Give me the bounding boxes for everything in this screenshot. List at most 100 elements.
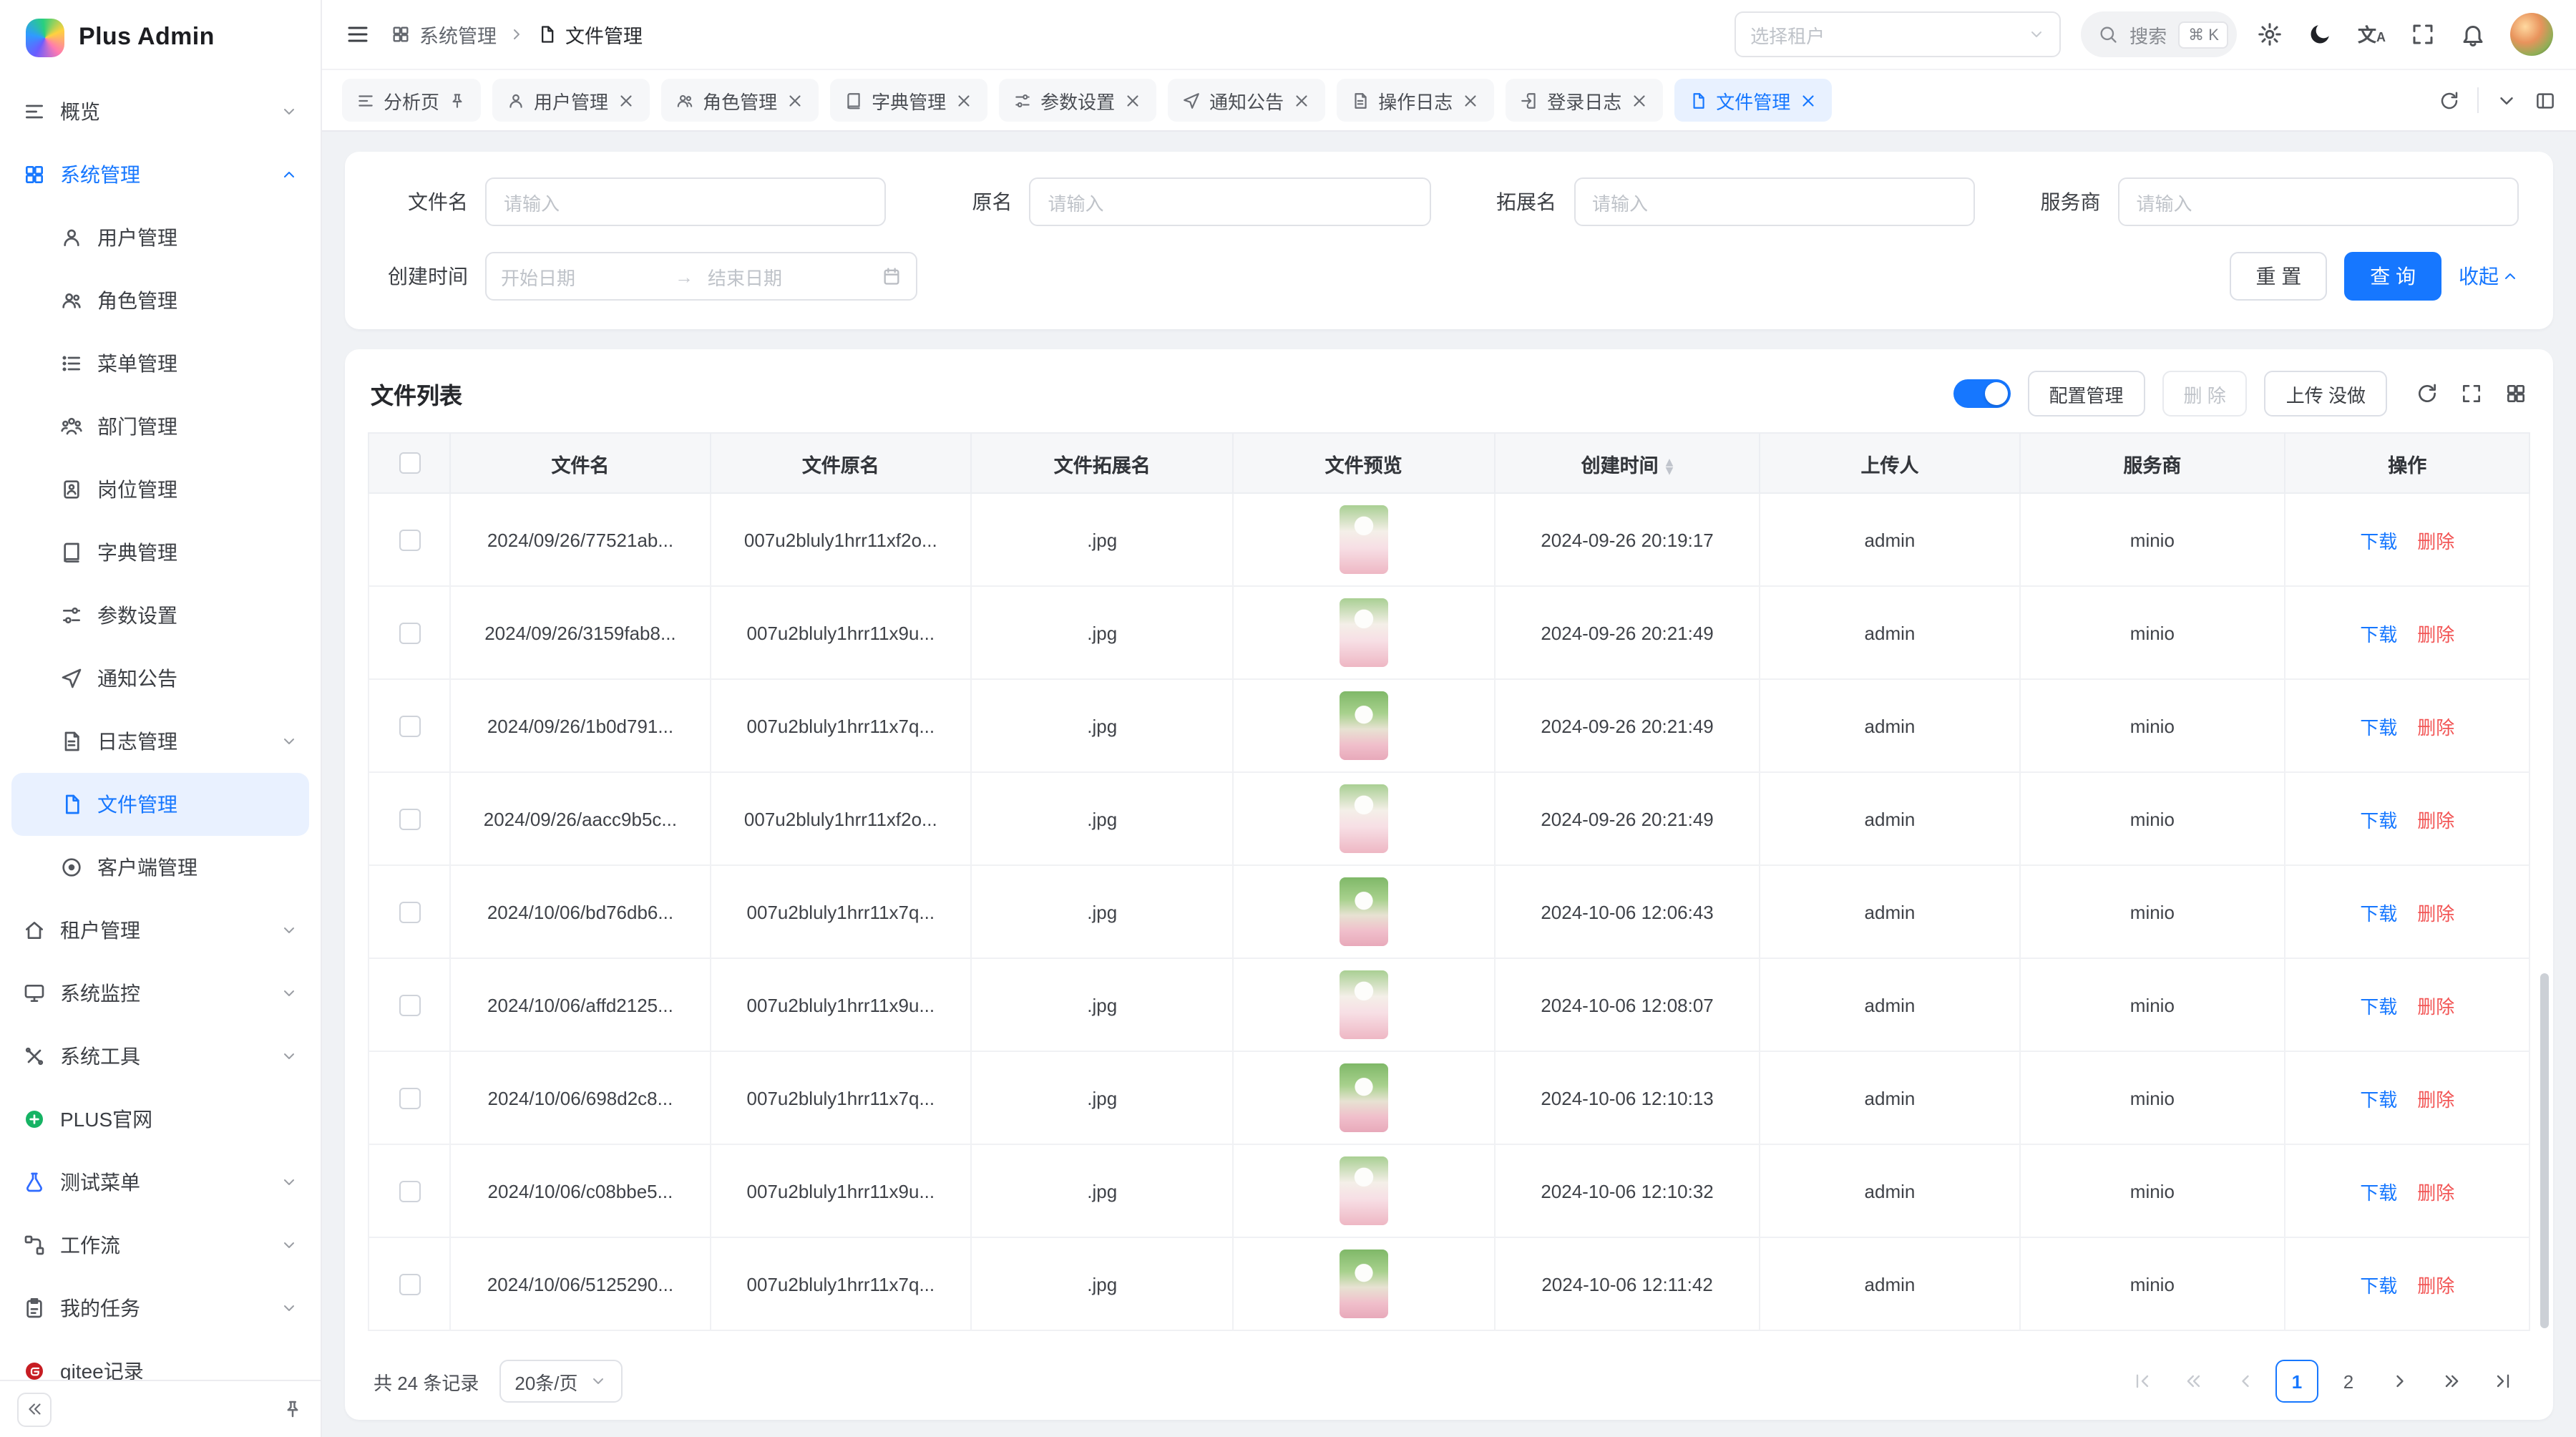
- download-link[interactable]: 下载: [2360, 530, 2397, 552]
- delete-link[interactable]: 删除: [2417, 623, 2454, 645]
- row-checkbox[interactable]: [399, 809, 420, 830]
- close-icon[interactable]: [1461, 91, 1480, 109]
- close-icon[interactable]: [1799, 91, 1818, 109]
- sidebar-item-system[interactable]: 系统管理: [0, 143, 321, 206]
- sidebar-item-test[interactable]: 测试菜单: [0, 1151, 321, 1214]
- page-next-button[interactable]: [2379, 1360, 2421, 1403]
- tab-loginlog[interactable]: 登录日志: [1506, 79, 1663, 122]
- global-search[interactable]: 搜索 ⌘ K: [2081, 11, 2238, 57]
- tab-analysis[interactable]: 分析页: [342, 79, 481, 122]
- row-checkbox[interactable]: [399, 1088, 420, 1109]
- column-header-preview[interactable]: 文件预览: [1233, 433, 1494, 493]
- close-icon[interactable]: [786, 91, 804, 109]
- file-preview-thumbnail[interactable]: [1340, 691, 1388, 760]
- tab-role[interactable]: 角色管理: [661, 79, 819, 122]
- column-header-name[interactable]: 文件名: [451, 433, 710, 493]
- download-link[interactable]: 下载: [2360, 902, 2397, 924]
- column-header-created[interactable]: 创建时间▲▼: [1494, 433, 1760, 493]
- filter-input-origin[interactable]: 请输入: [1030, 177, 1431, 226]
- delete-button[interactable]: 删 除: [2162, 371, 2248, 417]
- close-icon[interactable]: [1292, 91, 1311, 109]
- sidebar-item-user[interactable]: 用户管理: [0, 206, 321, 269]
- sidebar-item-overview[interactable]: 概览: [0, 80, 321, 143]
- file-preview-thumbnail[interactable]: [1340, 505, 1388, 574]
- page-fast-next-button[interactable]: [2430, 1360, 2473, 1403]
- row-checkbox[interactable]: [399, 995, 420, 1016]
- tab-user[interactable]: 用户管理: [492, 79, 650, 122]
- refresh-icon[interactable]: [2416, 382, 2439, 405]
- download-link[interactable]: 下载: [2360, 623, 2397, 645]
- layout-icon[interactable]: [2534, 89, 2556, 111]
- user-avatar[interactable]: [2510, 13, 2553, 56]
- search-button[interactable]: 查 询: [2344, 252, 2441, 301]
- delete-link[interactable]: 删除: [2417, 1182, 2454, 1203]
- row-checkbox[interactable]: [399, 623, 420, 644]
- column-header-actions[interactable]: 操作: [2285, 433, 2529, 493]
- sidebar-collapse-button[interactable]: [17, 1392, 52, 1426]
- delete-link[interactable]: 删除: [2417, 716, 2454, 738]
- collapse-filter-link[interactable]: 收起: [2459, 262, 2519, 291]
- page-number-2[interactable]: 2: [2327, 1360, 2370, 1403]
- sidebar-item-workflow[interactable]: 工作流: [0, 1214, 321, 1277]
- sidebar-item-log[interactable]: 日志管理: [0, 710, 321, 773]
- filter-input-ext[interactable]: 请输入: [1574, 177, 1975, 226]
- column-header-provider[interactable]: 服务商: [2019, 433, 2285, 493]
- breadcrumb-item-file[interactable]: 文件管理: [537, 20, 643, 49]
- tab-notice[interactable]: 通知公告: [1168, 79, 1325, 122]
- delete-link[interactable]: 删除: [2417, 1275, 2454, 1296]
- fullscreen-icon[interactable]: [2410, 21, 2436, 47]
- tenant-select[interactable]: 选择租户: [1735, 11, 2061, 57]
- sidebar-item-task[interactable]: 我的任务: [0, 1277, 321, 1340]
- download-link[interactable]: 下载: [2360, 995, 2397, 1017]
- sidebar-item-client[interactable]: 客户端管理: [0, 836, 321, 899]
- file-preview-thumbnail[interactable]: [1340, 598, 1388, 667]
- download-link[interactable]: 下载: [2360, 809, 2397, 831]
- vertical-scrollbar-thumb[interactable]: [2540, 973, 2549, 1328]
- file-preview-thumbnail[interactable]: [1340, 877, 1388, 946]
- download-link[interactable]: 下载: [2360, 1275, 2397, 1296]
- row-checkbox[interactable]: [399, 1181, 420, 1202]
- close-icon[interactable]: [1123, 91, 1142, 109]
- hamburger-menu-button[interactable]: [345, 21, 371, 47]
- file-preview-thumbnail[interactable]: [1340, 1250, 1388, 1318]
- download-link[interactable]: 下载: [2360, 1088, 2397, 1110]
- close-icon[interactable]: [1630, 91, 1649, 109]
- refresh-icon[interactable]: [2439, 89, 2460, 111]
- page-fast-prev-button[interactable]: [2172, 1360, 2215, 1403]
- page-prev-button[interactable]: [2224, 1360, 2267, 1403]
- close-icon[interactable]: [617, 91, 635, 109]
- sidebar-item-param[interactable]: 参数设置: [0, 584, 321, 647]
- download-link[interactable]: 下载: [2360, 716, 2397, 738]
- sidebar-item-dept[interactable]: 部门管理: [0, 395, 321, 458]
- notification-bell-icon[interactable]: [2460, 21, 2486, 47]
- column-header-origin[interactable]: 文件原名: [710, 433, 971, 493]
- sidebar-item-tools[interactable]: 系统工具: [0, 1025, 321, 1088]
- select-all-checkbox[interactable]: [399, 453, 420, 474]
- app-logo[interactable]: Plus Admin: [0, 0, 321, 74]
- row-checkbox[interactable]: [399, 1274, 420, 1295]
- page-size-select[interactable]: 20条/页: [499, 1360, 622, 1403]
- tab-param[interactable]: 参数设置: [999, 79, 1156, 122]
- file-preview-thumbnail[interactable]: [1340, 1063, 1388, 1132]
- sidebar-item-dict[interactable]: 字典管理: [0, 521, 321, 584]
- delete-link[interactable]: 删除: [2417, 530, 2454, 552]
- chevron-down-icon[interactable]: [2496, 89, 2517, 111]
- sidebar-item-menu[interactable]: 菜单管理: [0, 332, 321, 395]
- row-checkbox[interactable]: [399, 716, 420, 737]
- sidebar-pin-button[interactable]: [282, 1398, 303, 1420]
- filter-input-provider[interactable]: 请输入: [2118, 177, 2519, 226]
- sidebar-item-role[interactable]: 角色管理: [0, 269, 321, 332]
- dark-mode-moon-icon[interactable]: [2308, 21, 2333, 47]
- sidebar-item-gitee[interactable]: gitee记录: [0, 1340, 321, 1380]
- sidebar-item-tenant[interactable]: 租户管理: [0, 899, 321, 962]
- tab-dict[interactable]: 字典管理: [830, 79, 987, 122]
- upload-button[interactable]: 上传 没做: [2265, 371, 2387, 417]
- tab-oplog[interactable]: 操作日志: [1337, 79, 1494, 122]
- breadcrumb-item-system[interactable]: 系统管理: [391, 20, 497, 49]
- close-icon[interactable]: [955, 91, 973, 109]
- filter-input-name[interactable]: 请输入: [485, 177, 887, 226]
- sidebar-item-file[interactable]: 文件管理: [11, 773, 309, 836]
- sidebar-item-plus-site[interactable]: PLUS官网: [0, 1088, 321, 1151]
- page-first-button[interactable]: [2121, 1360, 2164, 1403]
- sidebar-item-monitor[interactable]: 系统监控: [0, 962, 321, 1025]
